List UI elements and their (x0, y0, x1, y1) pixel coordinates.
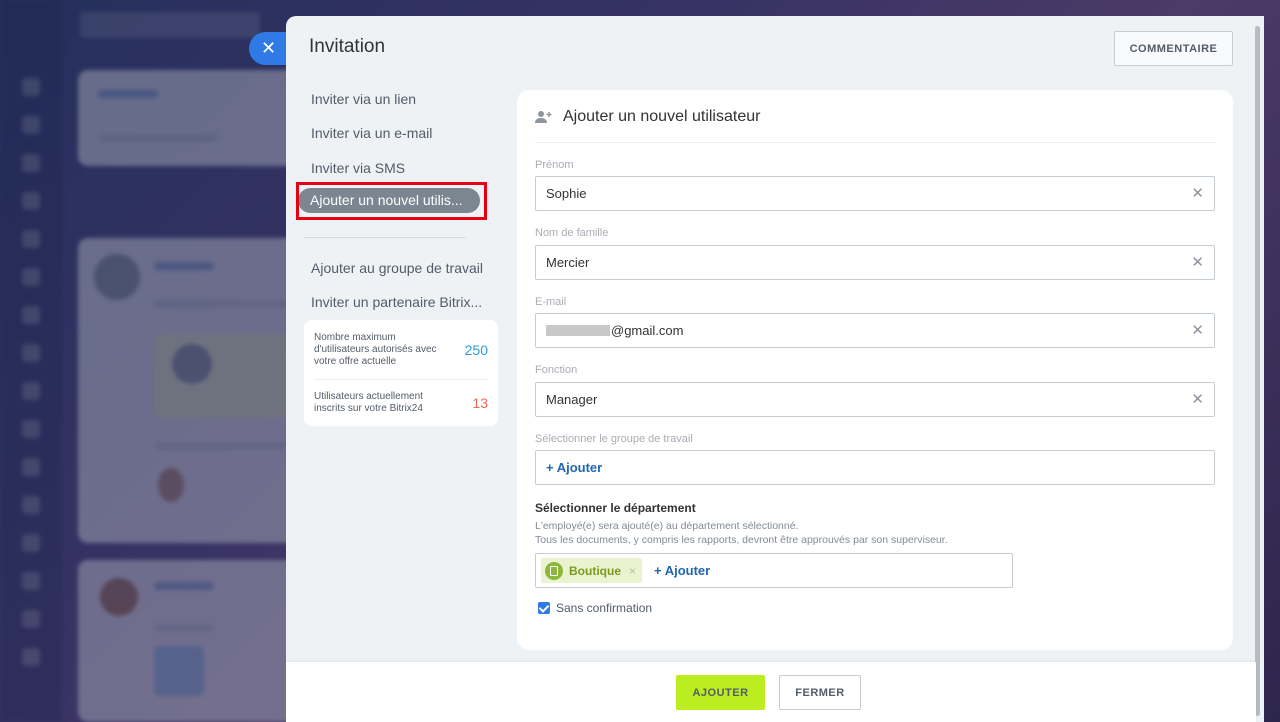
add-user-form-card: Ajouter un nouvel utilisateur Prénom Sop… (517, 90, 1233, 650)
first-name-label: Prénom (535, 159, 574, 171)
email-value: @gmail.com (611, 323, 684, 338)
last-name-label: Nom de famille (535, 227, 609, 239)
position-value: Manager (546, 392, 598, 407)
current-users-row: Utilisateurs actuellement inscrits sur v… (314, 391, 488, 415)
add-department-link[interactable]: + Ajouter (654, 554, 710, 587)
first-name-value: Sophie (546, 186, 587, 201)
redacted-email-mask (546, 325, 610, 337)
department-selector[interactable]: Boutique × + Ajouter (535, 553, 1013, 588)
workgroup-selector[interactable]: + Ajouter (535, 450, 1215, 485)
workgroup-label: Sélectionner le groupe de travail (535, 433, 693, 445)
no-confirmation-option[interactable]: Sans confirmation (538, 601, 652, 615)
no-confirmation-checkbox[interactable] (538, 602, 550, 614)
scrollbar[interactable] (1255, 26, 1260, 716)
highlight-annotation (296, 182, 487, 220)
position-label: Fonction (535, 364, 578, 376)
current-users-label: Utilisateurs actuellement inscrits sur v… (314, 391, 423, 414)
max-users-label: Nombre maximum d'utilisateurs autorisés … (314, 332, 437, 367)
close-button[interactable]: FERMER (779, 675, 861, 710)
building-icon (545, 561, 563, 580)
clear-icon[interactable]: ✕ (1191, 314, 1204, 347)
close-icon: ✕ (261, 38, 277, 58)
email-label: E-mail (535, 296, 567, 308)
max-users-row: Nombre maximum d'utilisateurs autorisés … (314, 332, 488, 368)
department-desc-line-2: Tous les documents, y compris les rappor… (535, 534, 948, 546)
add-workgroup-link[interactable]: + Ajouter (546, 460, 602, 475)
form-footer: AJOUTER FERMER (286, 662, 1256, 722)
add-user-icon (535, 110, 553, 124)
header-divider (535, 142, 1215, 143)
form-header: Ajouter un nouvel utilisateur (535, 108, 760, 126)
current-users-value: 13 (472, 395, 488, 411)
remove-tag-icon[interactable]: × (629, 564, 636, 578)
menu-item-invite-partner[interactable]: Inviter un partenaire Bitrix... (311, 294, 482, 310)
clear-icon[interactable]: ✕ (1191, 246, 1204, 279)
form-header-title: Ajouter un nouvel utilisateur (563, 108, 761, 125)
clear-icon[interactable]: ✕ (1191, 177, 1204, 210)
first-name-field[interactable]: Sophie ✕ (535, 176, 1215, 211)
comment-button[interactable]: COMMENTAIRE (1114, 31, 1233, 66)
clear-icon[interactable]: ✕ (1191, 383, 1204, 416)
no-confirmation-label: Sans confirmation (556, 601, 653, 615)
department-title: Sélectionner le département (535, 501, 696, 515)
menu-item-invite-email[interactable]: Inviter via un e-mail (311, 125, 432, 141)
add-button[interactable]: AJOUTER (676, 675, 765, 710)
menu-item-add-to-workgroup[interactable]: Ajouter au groupe de travail (311, 260, 483, 276)
email-field[interactable]: @gmail.com ✕ (535, 313, 1215, 348)
max-users-value: 250 (464, 342, 488, 358)
department-description: L'employé(e) sera ajouté(e) au départeme… (535, 519, 948, 547)
menu-item-invite-link[interactable]: Inviter via un lien (311, 91, 416, 107)
user-limits-box: Nombre maximum d'utilisateurs autorisés … (304, 320, 498, 426)
last-name-value: Mercier (546, 255, 590, 270)
menu-divider (304, 237, 466, 238)
limits-divider (314, 379, 488, 380)
page-title: Invitation (309, 36, 386, 57)
department-tag-label: Boutique (569, 563, 621, 578)
invitation-panel: Invitation COMMENTAIRE Inviter via un li… (286, 16, 1264, 722)
department-tag: Boutique × (541, 558, 643, 583)
last-name-field[interactable]: Mercier ✕ (535, 245, 1215, 280)
menu-item-invite-sms[interactable]: Inviter via SMS (311, 160, 405, 176)
position-field[interactable]: Manager ✕ (535, 382, 1215, 417)
department-desc-line-1: L'employé(e) sera ajouté(e) au départeme… (535, 520, 799, 532)
